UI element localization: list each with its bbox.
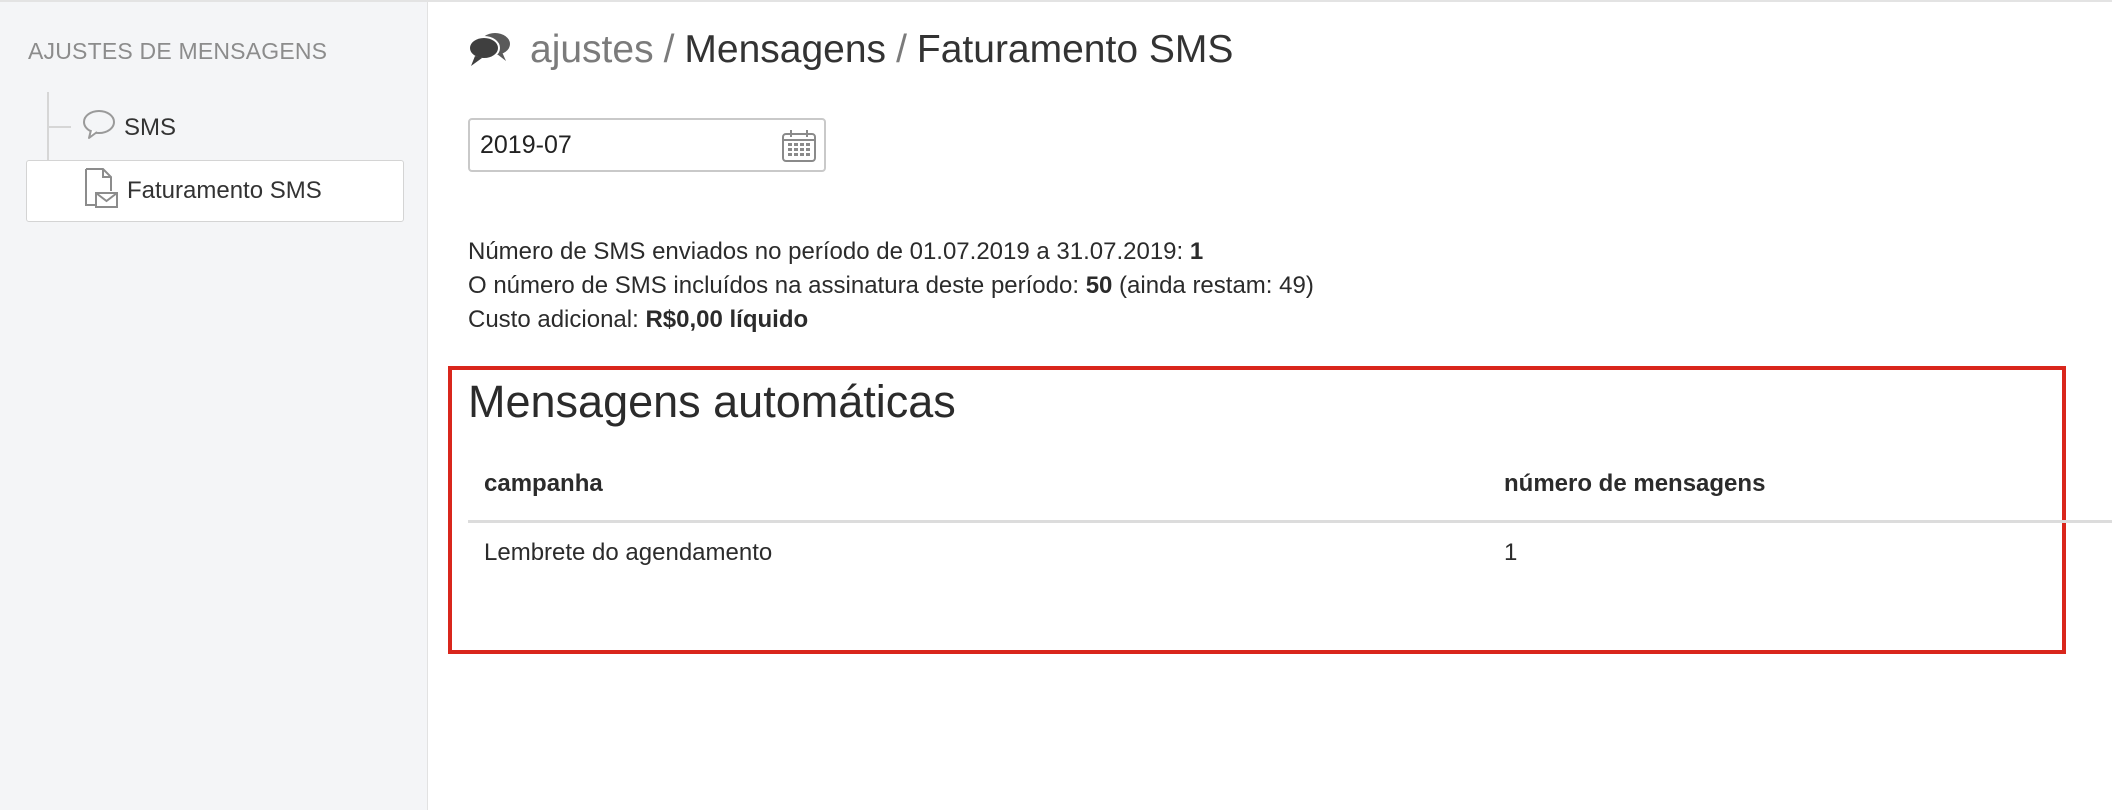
sidebar-item-label: SMS <box>124 114 177 141</box>
breadcrumb: ajustes / Mensagens / Faturamento SMS <box>466 28 1233 72</box>
breadcrumb-ajustes[interactable]: ajustes <box>530 28 654 72</box>
additional-cost-value: R$0,00 líquido <box>645 306 809 333</box>
document-envelope-icon <box>83 167 119 216</box>
message-count: 1 <box>1504 539 1518 566</box>
table-header: campanha número de mensagens <box>468 464 2112 523</box>
sms-sent-count: 1 <box>1189 238 1204 265</box>
speech-bubble-icon <box>82 109 116 148</box>
sidebar-item-label: Faturamento SMS <box>127 177 322 204</box>
additional-cost-line: Custo adicional: R$0,00 líquido <box>468 306 809 333</box>
sms-included-count: 50 <box>1085 272 1113 299</box>
chat-bubbles-icon <box>466 31 512 69</box>
table-row: Lembrete do agendamento 1 <box>468 535 2112 575</box>
breadcrumb-separator: / <box>896 28 907 71</box>
breadcrumb-mensagens[interactable]: Mensagens <box>684 28 886 72</box>
column-header-message-count: número de mensagens <box>1504 470 1766 497</box>
sidebar-item-sms-billing[interactable]: Faturamento SMS <box>26 160 404 222</box>
sidebar-heading: AJUSTES DE MENSAGENS <box>28 38 328 64</box>
sidebar: AJUSTES DE MENSAGENS SMS Faturamento SMS <box>0 2 428 810</box>
calendar-icon[interactable] <box>780 128 818 164</box>
sms-included-line: O número de SMS incluídos na assinatura … <box>468 272 1314 299</box>
tree-branch <box>47 126 71 128</box>
sidebar-item-sms[interactable]: SMS <box>82 108 176 148</box>
column-header-campaign: campanha <box>484 470 603 497</box>
date-picker <box>468 118 826 172</box>
breadcrumb-current: Faturamento SMS <box>916 28 1234 71</box>
billing-summary: Número de SMS enviados no período de 01.… <box>468 235 1314 337</box>
main-content: ajustes / Mensagens / Faturamento SMS Nú… <box>428 2 2112 810</box>
campaign-name: Lembrete do agendamento <box>484 539 773 566</box>
breadcrumb-separator: / <box>663 28 675 71</box>
month-input[interactable] <box>480 128 770 162</box>
section-title: Mensagens automáticas <box>468 376 956 427</box>
sms-sent-line: Número de SMS enviados no período de 01.… <box>468 238 1204 265</box>
